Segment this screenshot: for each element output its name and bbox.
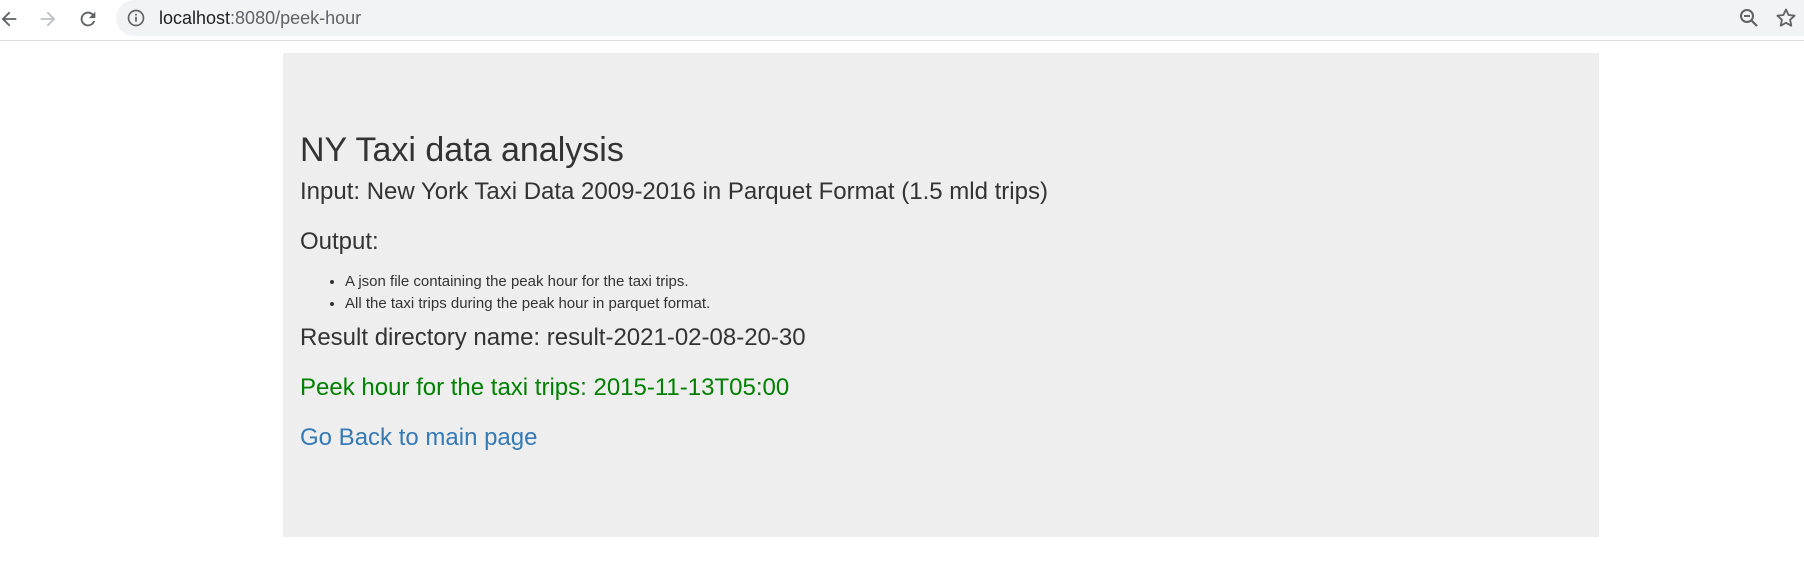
browser-toolbar: localhost:8080/peek-hour (0, 0, 1804, 41)
input-description: Input: New York Taxi Data 2009-2016 in P… (300, 178, 1048, 205)
result-directory: Result directory name: result-2021-02-08… (300, 324, 806, 351)
url-host: localhost (159, 8, 231, 28)
reload-button[interactable] (73, 4, 103, 34)
url-path: :8080/peek-hour (230, 8, 362, 28)
back-arrow-icon (1, 11, 17, 27)
list-item: A json file containing the peak hour for… (345, 271, 1582, 293)
list-item: All the taxi trips during the peak hour … (345, 293, 1582, 315)
page-title: NY Taxi data analysis (300, 131, 624, 169)
output-list: A json file containing the peak hour for… (345, 271, 1582, 315)
star-icon[interactable] (1774, 6, 1798, 30)
forward-arrow-icon (40, 11, 56, 27)
peak-hour-result: Peek hour for the taxi trips: 2015-11-13… (300, 374, 790, 401)
forward-button[interactable] (33, 4, 63, 34)
reload-icon (80, 11, 96, 27)
address-bar[interactable]: localhost:8080/peek-hour (116, 0, 1804, 36)
output-label: Output: (300, 228, 379, 255)
jumbotron: NY Taxi data analysis Input: New York Ta… (283, 53, 1599, 537)
back-to-main-link[interactable]: Go Back to main page (300, 424, 537, 451)
back-button[interactable] (0, 4, 24, 34)
zoom-icon[interactable] (1737, 6, 1761, 30)
info-icon[interactable] (126, 8, 146, 28)
url-text[interactable]: localhost:8080/peek-hour (159, 8, 361, 28)
